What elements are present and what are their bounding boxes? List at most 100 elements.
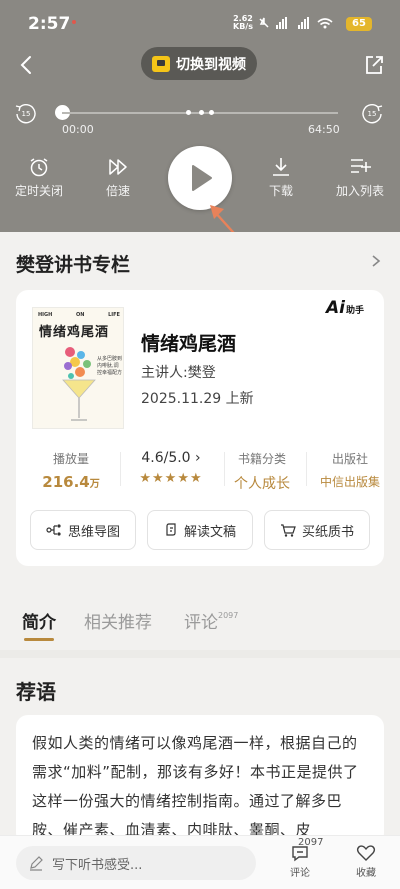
alarm-clock-icon xyxy=(30,158,48,177)
back-button[interactable] xyxy=(16,54,38,76)
comment-label: 评论 xyxy=(290,868,310,879)
favorite-label: 收藏 xyxy=(356,868,376,879)
fast-forward-icon xyxy=(109,159,127,175)
rating-text: 4.6/5.0 xyxy=(141,450,191,466)
speed-button[interactable]: 倍速 xyxy=(88,156,148,199)
cover-title: 情绪鸡尾酒 xyxy=(39,325,110,340)
chapter-marker xyxy=(209,110,214,115)
tab-comments[interactable]: 评论2097 xyxy=(184,608,238,633)
signal-icons xyxy=(258,16,340,33)
cover-header: HIGH ON LIFE xyxy=(38,312,120,318)
cocktail-glass-illustration xyxy=(62,347,96,421)
share-button[interactable] xyxy=(363,54,385,76)
divider xyxy=(120,452,121,486)
publisher-value: 中信出版集 xyxy=(319,475,380,489)
add-to-list-button[interactable]: 加入列表 xyxy=(330,156,390,199)
stat-rating[interactable]: 4.6/5.0 › ★★★★★ xyxy=(126,450,216,486)
chapter-marker xyxy=(199,110,204,115)
plays-value: 216.4万 xyxy=(36,473,106,491)
rewind-seconds: 15 xyxy=(21,110,31,118)
tab-comments-count: 2097 xyxy=(218,611,239,621)
status-bar: 2:57 2.62 KB/s 65 xyxy=(0,0,400,44)
comment-placeholder: 写下听书感受... xyxy=(52,857,143,873)
cover-word-high: HIGH xyxy=(38,312,53,318)
active-tab-indicator xyxy=(24,638,54,641)
content-tabs: 简介 相关推荐 评论2097 xyxy=(0,600,400,646)
interpret-text-button[interactable]: 解读文稿 xyxy=(147,510,253,550)
network-speed-unit: KB/s xyxy=(233,22,253,31)
stat-publisher[interactable]: 出版社 中信出版集 xyxy=(316,450,384,490)
book-info-card: HIGH ON LIFE 情绪鸡尾酒 从多巴胺到内啡肽,调控幸福配方 Ai助手 … xyxy=(16,290,384,566)
chevron-right-icon xyxy=(372,255,381,267)
network-speed: 2.62 KB/s xyxy=(233,15,253,31)
tv-icon xyxy=(152,55,170,72)
download-icon xyxy=(273,158,289,176)
buy-paper-book-button[interactable]: 买纸质书 xyxy=(264,510,370,550)
rating-label: 4.6/5.0 › xyxy=(126,450,216,466)
divider xyxy=(224,452,225,486)
mindmap-icon xyxy=(46,524,61,536)
chevron-left-icon xyxy=(20,56,31,74)
book-release-date: 2025.11.29 上新 xyxy=(141,391,254,407)
cover-word-on: ON xyxy=(76,312,85,318)
cart-icon xyxy=(280,524,296,537)
timer-button[interactable]: 定时关闭 xyxy=(9,156,69,199)
stat-plays: 播放量 216.4万 xyxy=(36,450,106,491)
favorite-button[interactable]: 收藏 xyxy=(346,844,386,879)
book-cover[interactable]: HIGH ON LIFE 情绪鸡尾酒 从多巴胺到内啡肽,调控幸福配方 xyxy=(32,307,124,429)
timer-label: 定时关闭 xyxy=(14,184,63,198)
switch-to-video-button[interactable]: 切换到视频 xyxy=(141,47,257,80)
download-button[interactable]: 下载 xyxy=(251,156,311,199)
pen-icon xyxy=(30,856,43,871)
forward-seconds: 15 xyxy=(367,110,377,118)
add-to-list-label: 加入列表 xyxy=(335,184,384,198)
status-time: 2:57 xyxy=(28,14,71,34)
notification-dot xyxy=(72,20,76,24)
mindmap-button[interactable]: 思维导图 xyxy=(30,510,136,550)
chevron-right-icon: › xyxy=(195,450,201,466)
switch-to-video-label: 切换到视频 xyxy=(176,56,246,73)
comment-input[interactable]: 写下听书感受... xyxy=(16,846,256,880)
cover-subtitle: 从多巴胺到内啡肽,调控幸福配方 xyxy=(97,356,123,376)
comment-button[interactable]: 评论 xyxy=(280,844,320,879)
tab-related[interactable]: 相关推荐 xyxy=(84,608,152,633)
recommendation-title: 荐语 xyxy=(16,680,56,704)
column-link[interactable]: 樊登讲书专栏 xyxy=(0,232,400,286)
ai-badge-text: Ai xyxy=(326,298,345,318)
book-title: 情绪鸡尾酒 xyxy=(141,333,237,355)
bottom-bar: 写下听书感受... 2097 评论 收藏 xyxy=(0,835,400,889)
category-value: 个人成长 xyxy=(234,476,290,492)
tab-intro[interactable]: 简介 xyxy=(22,608,56,633)
battery-indicator: 65 xyxy=(346,17,372,31)
buy-paper-book-label: 买纸质书 xyxy=(301,524,354,540)
divider xyxy=(306,452,307,486)
tab-comments-label: 评论 xyxy=(184,613,218,633)
chapter-marker xyxy=(186,110,191,115)
comment-icon xyxy=(292,846,308,862)
publisher-label: 出版社 xyxy=(331,452,368,466)
plays-label: 播放量 xyxy=(52,452,89,466)
section-divider xyxy=(0,650,400,658)
current-time: 00:00 xyxy=(62,123,94,136)
rating-stars: ★★★★★ xyxy=(139,471,203,486)
play-icon xyxy=(192,165,212,191)
heart-icon xyxy=(356,845,376,861)
mindmap-label: 思维导图 xyxy=(67,524,120,540)
stat-category[interactable]: 书籍分类 个人成长 xyxy=(230,450,294,493)
book-stats: 播放量 216.4万 4.6/5.0 › ★★★★★ 书籍分类 个人成长 出版社… xyxy=(16,450,384,500)
column-title: 樊登讲书专栏 xyxy=(16,254,131,276)
book-speaker: 主讲人:樊登 xyxy=(141,365,216,381)
plays-number: 216.4 xyxy=(42,473,90,491)
rewind-15-button[interactable]: 15 xyxy=(14,102,38,126)
forward-15-button[interactable]: 15 xyxy=(360,102,384,126)
ai-badge-suffix: 助手 xyxy=(345,306,364,316)
recommendation-text: 假如人类的情绪可以像鸡尾酒一样，根据自己的需求“加料”配制，那该有多好！本书正是… xyxy=(16,715,384,845)
category-label: 书籍分类 xyxy=(237,452,286,466)
interpret-text-label: 解读文稿 xyxy=(183,524,236,540)
ai-assistant-badge[interactable]: Ai助手 xyxy=(326,298,364,318)
speed-label: 倍速 xyxy=(105,184,130,198)
total-time: 64:50 xyxy=(308,123,340,136)
plays-unit: 万 xyxy=(89,479,100,490)
share-icon xyxy=(366,56,383,74)
document-icon xyxy=(166,523,176,536)
